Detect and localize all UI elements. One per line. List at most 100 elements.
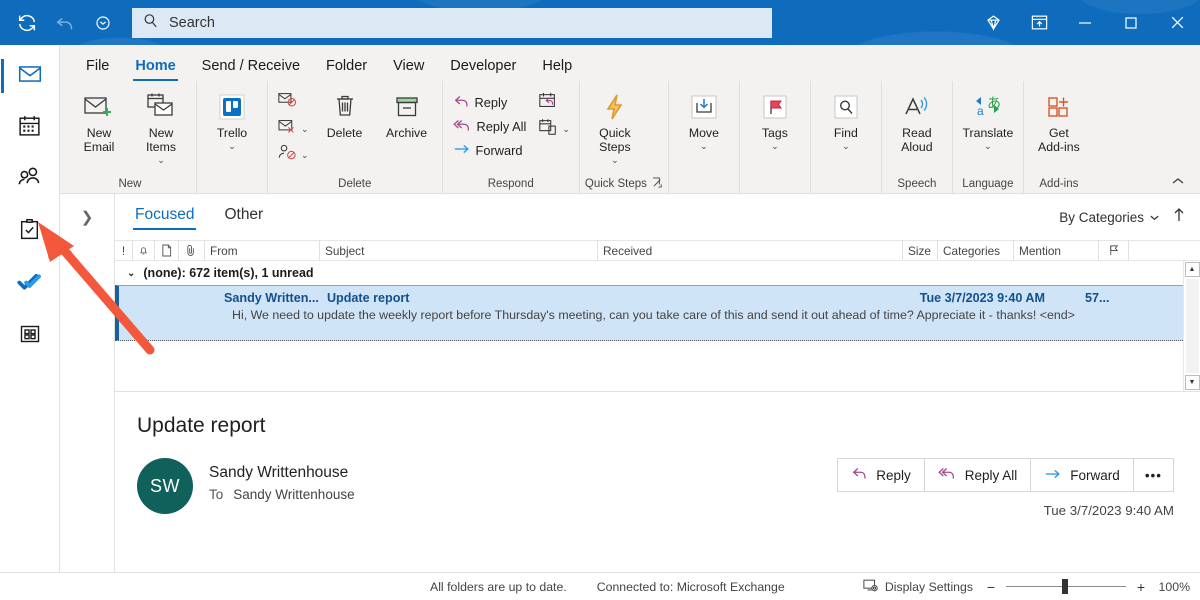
customize-toolbar-chevron-down-icon[interactable] — [84, 6, 122, 40]
reply-button[interactable]: Reply — [448, 91, 532, 114]
chevron-down-icon[interactable]: ⌄ — [842, 142, 850, 151]
chevron-down-icon[interactable]: ⌄ — [228, 142, 236, 151]
diamond-icon[interactable] — [970, 0, 1016, 45]
tab-home[interactable]: Home — [123, 52, 187, 81]
junk-button[interactable]: ⌄ — [273, 117, 313, 141]
dialog-launcher-icon[interactable] — [652, 177, 663, 191]
column-reminder[interactable] — [133, 240, 155, 261]
tab-file[interactable]: File — [74, 52, 121, 81]
reply-button[interactable]: Reply — [837, 458, 925, 492]
ribbon-display-options-icon[interactable] — [1016, 0, 1062, 45]
tab-send-receive[interactable]: Send / Receive — [190, 52, 312, 81]
forward-label: Forward — [476, 143, 523, 158]
tab-folder[interactable]: Folder — [314, 52, 379, 81]
forward-button[interactable]: Forward — [1030, 458, 1134, 492]
find-button[interactable]: Find ⌄ — [816, 87, 876, 161]
read-aloud-button[interactable]: Read Aloud — [887, 87, 947, 161]
column-subject[interactable]: Subject — [320, 240, 598, 261]
delete-label: Delete — [327, 126, 363, 140]
get-addins-button[interactable]: Get Add-ins — [1029, 87, 1089, 161]
column-importance[interactable]: ! — [115, 240, 133, 261]
rail-item-calendar[interactable] — [7, 109, 53, 147]
sort-by-label: By Categories — [1059, 210, 1144, 225]
tags-button[interactable]: Tags ⌄ — [745, 87, 805, 161]
minimize-icon[interactable] — [1062, 0, 1108, 45]
chevron-down-icon[interactable]: ⌄ — [127, 268, 135, 279]
to-value[interactable]: Sandy Writtenhouse — [233, 487, 354, 502]
column-flag[interactable] — [1099, 240, 1129, 261]
close-icon[interactable] — [1154, 0, 1200, 45]
scrollbar-thumb[interactable] — [1186, 279, 1199, 373]
quick-steps-button[interactable]: Quick Steps ⌄ — [585, 87, 645, 165]
expand-folder-pane-icon[interactable]: ❯ — [81, 208, 94, 572]
chevron-down-icon[interactable]: ⌄ — [562, 125, 570, 134]
archive-button[interactable]: Archive — [377, 87, 437, 161]
rail-item-mail[interactable] — [7, 57, 53, 95]
scroll-down-icon[interactable]: ▼ — [1185, 375, 1200, 390]
chevron-down-icon[interactable]: ⌄ — [301, 151, 309, 160]
block-sender-button[interactable]: ⌄ — [273, 143, 313, 167]
display-settings-button[interactable]: Display Settings — [863, 578, 973, 596]
message-list-scrollbar[interactable]: ▲ ▼ — [1183, 261, 1200, 391]
column-mention[interactable]: Mention — [1014, 240, 1099, 261]
rail-item-more-apps[interactable] — [7, 317, 53, 355]
rail-item-tasks[interactable] — [7, 213, 53, 251]
tab-view[interactable]: View — [381, 52, 436, 81]
scroll-up-icon[interactable]: ▲ — [1185, 262, 1200, 277]
reply-with-meeting-button[interactable] — [533, 91, 574, 115]
sender-name[interactable]: Sandy Writtenhouse — [209, 464, 355, 482]
rail-item-people[interactable] — [7, 161, 53, 199]
column-item-type[interactable] — [155, 240, 179, 261]
sort-ascending-icon[interactable] — [1172, 207, 1186, 227]
chevron-down-icon[interactable]: ⌄ — [771, 142, 779, 151]
tab-focused[interactable]: Focused — [133, 200, 196, 234]
archive-label: Archive — [386, 126, 427, 140]
table-row[interactable]: Sandy Written... Update report Tue 3/7/2… — [115, 285, 1183, 341]
sort-controls: By Categories — [1059, 207, 1186, 227]
zoom-slider[interactable] — [1006, 586, 1126, 587]
forward-button[interactable]: Forward — [448, 139, 532, 162]
column-categories[interactable]: Categories — [938, 240, 1014, 261]
chevron-down-icon[interactable]: ⌄ — [984, 142, 992, 151]
search-input[interactable]: Search — [132, 8, 772, 38]
column-size[interactable]: Size — [903, 240, 938, 261]
column-received[interactable]: Received — [598, 240, 903, 261]
collapse-ribbon-icon[interactable] — [1170, 81, 1196, 193]
chevron-down-icon[interactable]: ⌄ — [301, 125, 309, 134]
zoom-in-button[interactable]: + — [1135, 579, 1147, 595]
tab-help[interactable]: Help — [530, 52, 584, 81]
undo-icon[interactable] — [46, 6, 84, 40]
ignore-button[interactable] — [273, 91, 313, 115]
translate-button[interactable]: a あ Translate ⌄ — [958, 87, 1018, 161]
chevron-down-icon[interactable]: ⌄ — [157, 156, 165, 165]
more-respond-button[interactable]: ⌄ — [533, 117, 574, 141]
ribbon-groups: New Email New Items ⌄ — [60, 81, 1200, 193]
delete-button[interactable]: Delete — [315, 87, 375, 161]
ribbon-group-trello: Trello ⌄ — [196, 81, 267, 193]
reply-label: Reply — [475, 95, 508, 110]
trello-button[interactable]: Trello ⌄ — [202, 87, 262, 161]
chevron-down-icon[interactable]: ⌄ — [700, 142, 708, 151]
column-attachment[interactable] — [179, 240, 205, 261]
message-group-header[interactable]: ⌄ (none): 672 item(s), 1 unread — [115, 261, 1183, 285]
tab-developer[interactable]: Developer — [438, 52, 528, 81]
reply-all-button[interactable]: Reply All — [924, 458, 1032, 492]
sync-status: All folders are up to date. — [430, 580, 567, 594]
move-button[interactable]: Move ⌄ — [674, 87, 734, 161]
zoom-slider-thumb[interactable] — [1062, 579, 1068, 594]
sync-icon[interactable] — [8, 6, 46, 40]
message-group-label: (none): 672 item(s), 1 unread — [143, 266, 313, 280]
more-actions-button[interactable]: ••• — [1133, 458, 1174, 492]
forward-label: Forward — [1070, 468, 1120, 483]
tab-other[interactable]: Other — [222, 200, 265, 234]
new-email-button[interactable]: New Email — [69, 87, 129, 161]
new-items-button[interactable]: New Items ⌄ — [131, 87, 191, 165]
chevron-down-icon[interactable]: ⌄ — [611, 156, 619, 165]
sort-by-dropdown[interactable]: By Categories — [1059, 210, 1160, 225]
zoom-out-button[interactable]: − — [985, 579, 997, 595]
maximize-icon[interactable] — [1108, 0, 1154, 45]
message-preview: Hi, We need to update the weekly report … — [119, 307, 1173, 324]
column-from[interactable]: From — [205, 240, 320, 261]
rail-item-todo[interactable] — [7, 265, 53, 303]
reply-all-button[interactable]: Reply All — [448, 115, 532, 138]
